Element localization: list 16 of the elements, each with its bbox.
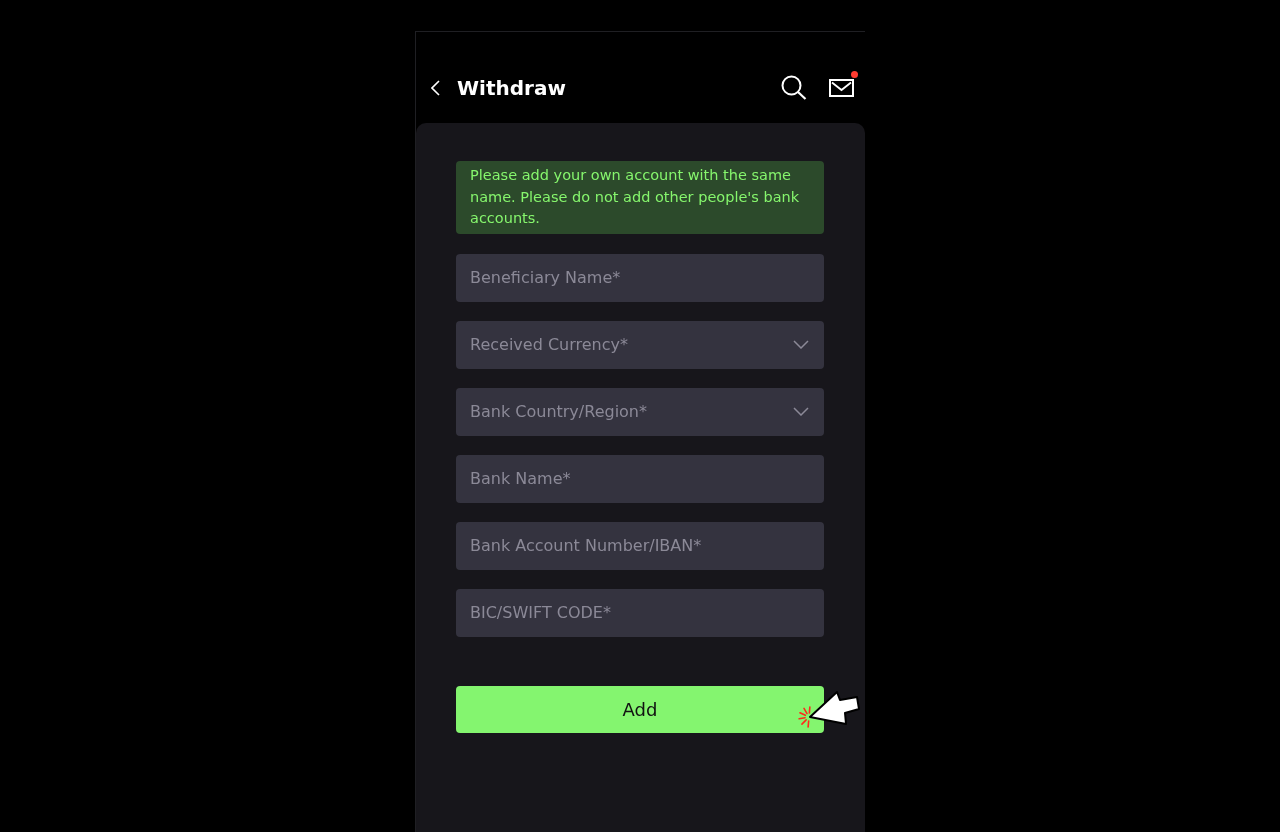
search-button[interactable]	[781, 75, 807, 100]
notice-message: Please add your own account with the same name. Please do not add other people's bank accounts.	[456, 161, 824, 234]
add-button[interactable]: Add	[456, 685, 824, 733]
back-chevron-icon	[431, 79, 440, 96]
input-field[interactable]: Bank Account Number/IBAN*	[456, 521, 824, 570]
input-field[interactable]: Beneficiary Name*	[456, 253, 824, 302]
search-icon	[781, 75, 807, 100]
chevron-down-icon	[793, 340, 809, 349]
page-title: Withdraw	[457, 75, 567, 100]
chevron-down-icon	[793, 407, 809, 416]
select-field[interactable]: Bank Country/Region*	[456, 387, 824, 436]
envelope-icon	[829, 78, 854, 97]
select-field[interactable]: Received Currency*	[456, 320, 824, 369]
input-field[interactable]: BIC/SWIFT CODE*	[456, 588, 824, 637]
back-button[interactable]	[431, 79, 440, 96]
input-field[interactable]: Bank Name*	[456, 454, 824, 503]
